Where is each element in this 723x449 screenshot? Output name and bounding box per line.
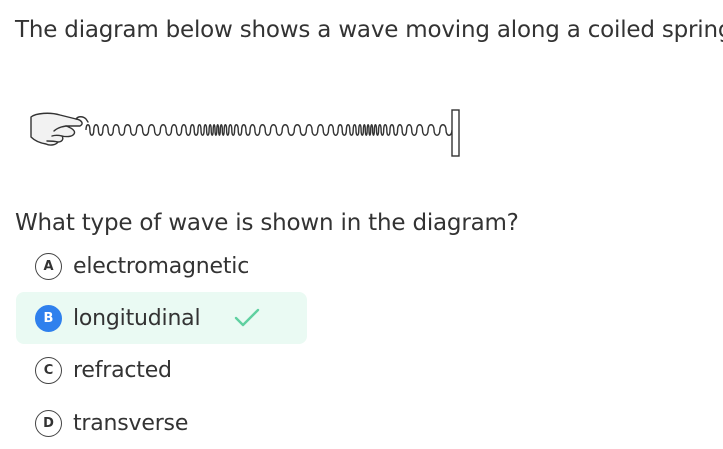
option-a-label: electromagnetic (73, 253, 250, 279)
question-text: The diagram below shows a wave moving al… (15, 17, 723, 43)
option-c-badge: C (35, 356, 62, 384)
wave-diagram (28, 104, 468, 164)
hand-icon (30, 112, 89, 146)
option-a-badge: A (35, 252, 62, 280)
option-c[interactable]: C refracted (16, 344, 307, 396)
spring-diagram (30, 109, 460, 157)
option-d-label: transverse (73, 410, 189, 436)
option-b-badge: B (35, 304, 62, 332)
option-d-badge: D (35, 409, 62, 437)
option-a[interactable]: A electromagnetic (16, 240, 307, 292)
option-b-label: longitudinal (73, 305, 201, 331)
check-icon (234, 308, 260, 328)
coiled-spring-icon (85, 124, 453, 136)
fixed-end-icon (451, 109, 460, 157)
question-prompt: What type of wave is shown in the diagra… (15, 210, 519, 236)
option-b[interactable]: B longitudinal (16, 292, 307, 344)
option-d[interactable]: D transverse (16, 397, 307, 449)
option-c-label: refracted (73, 357, 172, 383)
